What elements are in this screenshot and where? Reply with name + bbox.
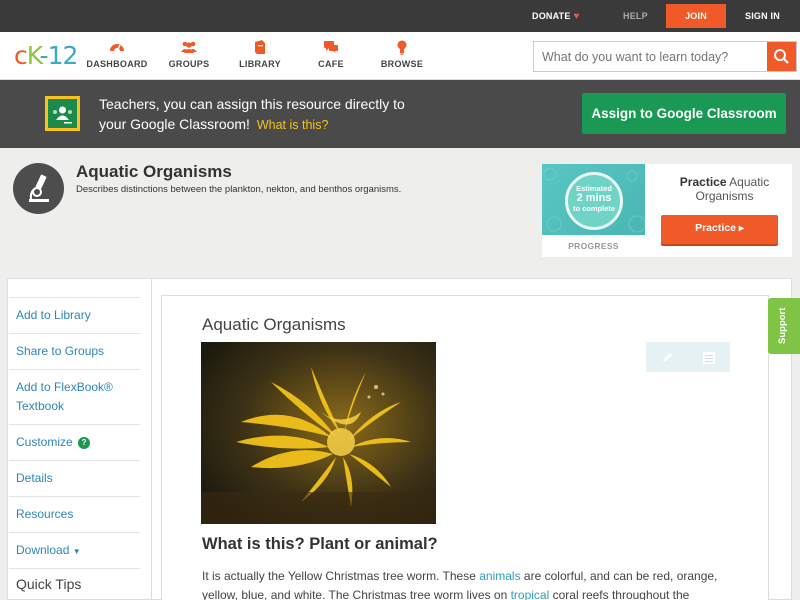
nav-dashboard[interactable]: DASHBOARD [82,40,152,69]
practice-button-label: Practice [695,222,736,234]
download-label: Download [16,543,70,557]
customize-label: Customize [16,435,73,449]
sidebar-item-resources[interactable]: Resources [9,496,140,532]
search-icon [774,49,789,64]
sidebar-item-customize[interactable]: Customize ? [9,424,140,460]
search-input[interactable] [534,42,768,71]
article-heading: What is this? Plant or animal? [202,535,438,553]
google-banner-line1: Teachers, you can assign this resource d… [99,96,405,112]
animals-link[interactable]: animals [479,569,520,583]
google-banner-line2: your Google Classroom! [99,116,250,132]
practice-button[interactable]: Practice ▸ [661,215,778,244]
microscope-icon [13,163,64,214]
cafe-icon [296,40,366,56]
search-button[interactable] [767,42,796,71]
paragraph-text: are colorful, and can be red, orange, [520,569,718,583]
estimated-complete: to complete [572,204,616,213]
support-tab[interactable]: Support [768,298,800,354]
chevron-right-icon: ▸ [738,223,744,234]
tropical-link[interactable]: tropical [511,588,550,600]
paragraph-text: It is actually the Yellow Christmas tree… [202,569,480,583]
practice-title-bold: Practice [679,175,727,189]
nav-groups-label: GROUPS [168,59,210,69]
pencil-icon[interactable] [646,342,688,372]
nav-dashboard-label: DASHBOARD [86,59,148,69]
christmas-tree-worm-image [201,342,436,524]
logo-dash: - [39,41,49,70]
groups-icon [154,40,224,56]
assign-google-classroom-button[interactable]: Assign to Google Classroom [582,93,786,134]
article-paragraph: It is actually the Yellow Christmas tree… [202,567,742,600]
search-box [533,41,797,72]
sidebar-item-share-to-groups[interactable]: Share to Groups [9,333,140,369]
logo-num: 12 [47,41,79,70]
practice-progress-image: Estimated 2 mins to complete [542,164,645,235]
nav-browse[interactable]: BROWSE [367,40,437,69]
library-icon [225,40,295,56]
top-bar: DONATE ♥ HELP JOIN SIGN IN [0,0,800,32]
dashboard-icon [82,40,152,56]
paragraph-text: yellow, blue, and white. The Christmas t… [202,588,511,600]
what-is-this-link[interactable]: What is this? [257,118,329,132]
nav-library-label: LIBRARY [239,59,281,69]
estimated-time-badge: Estimated 2 mins to complete [565,172,623,230]
practice-title: Practice Aquatic Organisms [662,175,787,203]
logo-c: c [14,41,28,70]
browse-icon [367,40,437,56]
sidebar-item-add-to-flexbook[interactable]: Add to FlexBook® Textbook [9,369,140,424]
logo-k: K [26,41,41,70]
page-title: Aquatic Organisms [76,162,232,181]
page-description: Describes distinctions between the plank… [76,184,402,195]
sidebar-item-details[interactable]: Details [9,460,140,496]
practice-card: Estimated 2 mins to complete PROGRESS Pr… [542,164,792,257]
join-button[interactable]: JOIN [666,4,726,28]
notes-icon[interactable] [688,342,730,372]
article-tools [646,342,730,372]
sign-in-link[interactable]: SIGN IN [745,0,780,32]
quick-tips-heading: Quick Tips [9,568,140,598]
nav-browse-label: BROWSE [380,59,424,69]
google-classroom-icon [45,96,80,131]
support-label: Support [777,307,788,344]
caret-down-icon: ▼ [72,547,81,556]
donate-link[interactable]: DONATE ♥ [532,0,580,32]
nav-library[interactable]: LIBRARY [225,40,295,69]
add-to-flexbook-line2: Textbook [16,399,65,413]
google-banner-text: Teachers, you can assign this resource d… [99,94,469,135]
help-icon[interactable]: ? [78,437,91,449]
sidebar-item-download[interactable]: Download ▼ [9,532,140,568]
paragraph-text: coral reefs throughout the [549,588,690,600]
article-title: Aquatic Organisms [202,315,346,334]
nav-cafe-label: CAFE [318,59,344,69]
sidebar: Add to Library Share to Groups Add to Fl… [9,297,140,598]
main-nav: cK-12 DASHBOARD GROUPS LIBRARY CAFE BROW… [0,32,800,80]
progress-label: PROGRESS [568,241,619,251]
add-to-flexbook-line1: Add to FlexBook® [16,380,113,394]
estimated-mins: 2 mins [576,192,612,204]
nav-cafe[interactable]: CAFE [296,40,366,69]
divider [151,279,152,600]
ck12-logo[interactable]: cK-12 [14,41,79,70]
donate-label: DONATE [532,11,571,21]
help-link[interactable]: HELP [623,0,648,32]
sidebar-item-add-to-library[interactable]: Add to Library [9,297,140,333]
nav-groups[interactable]: GROUPS [154,40,224,69]
heart-icon: ♥ [573,11,580,22]
